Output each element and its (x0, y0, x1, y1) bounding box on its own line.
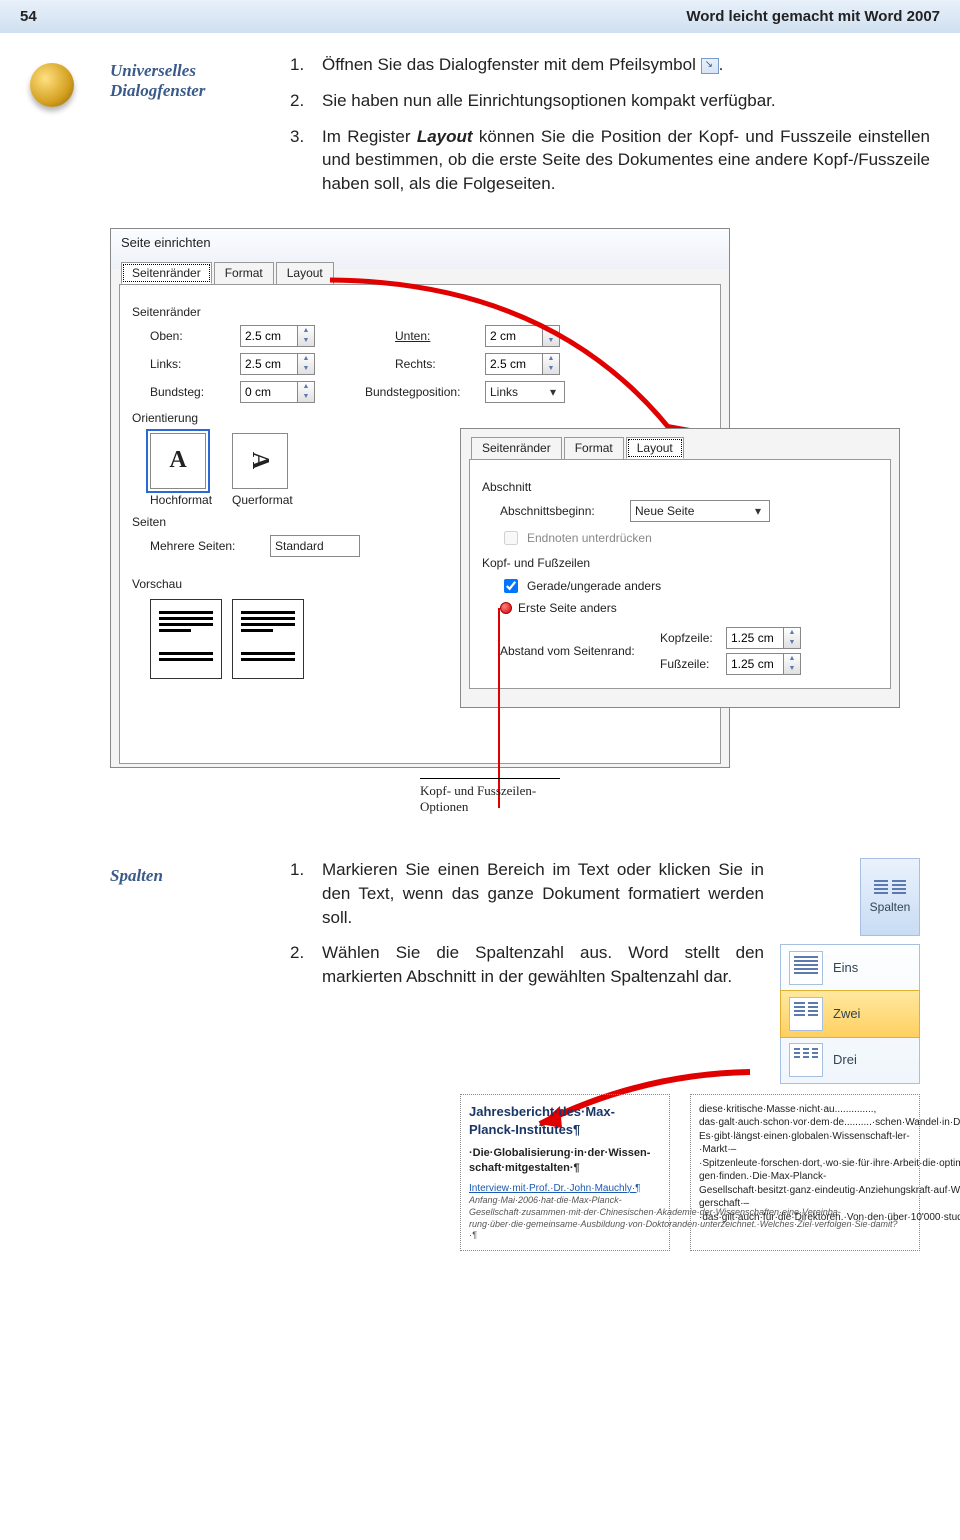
tab-layout[interactable]: Layout (276, 262, 334, 284)
tab-margins[interactable]: Seitenränder (121, 262, 212, 284)
section-start-combo[interactable]: Neue Seite▾ (630, 500, 770, 522)
preview-page-1 (150, 599, 222, 679)
dialog-launcher-icon (701, 58, 719, 74)
step-2: Sie haben nun alle Einrichtungsoptionen … (322, 89, 776, 113)
section1-title: Universelles Dialogfenster (110, 53, 270, 208)
tab-format[interactable]: Format (214, 262, 274, 284)
columns-option-one[interactable]: Eins (781, 945, 919, 991)
step-3: Im Register Layout können Sie die Positi… (322, 125, 930, 196)
spalten-step-2: Wählen Sie die Spaltenzahl aus. Word ste… (322, 941, 764, 989)
columns-ribbon-button[interactable]: Spalten (860, 858, 920, 936)
dialog-screenshot: Seite einrichten Seitenränder Format Lay… (110, 228, 930, 828)
preview-page-2 (232, 599, 304, 679)
spalten-step-1: Markieren Sie einen Bereich im Text oder… (322, 858, 764, 929)
columns-option-two[interactable]: Zwei (780, 990, 920, 1038)
orient-landscape[interactable]: AQuerformat (232, 433, 293, 507)
gutter-spinner[interactable]: ▲▼ (240, 381, 315, 403)
caption-hf-options: Kopf- und Fusszeilen- Optionen (420, 778, 560, 815)
tab-format-2[interactable]: Format (564, 437, 624, 459)
margin-right-spinner[interactable]: ▲▼ (485, 353, 560, 375)
page-setup-layout-dialog: Seitenränder Format Layout Abschnitt Abs… (460, 428, 900, 708)
page-number: 54 (20, 8, 37, 25)
lightbulb-icon (30, 63, 74, 107)
running-head: Word leicht gemacht mit Word 2007 (686, 8, 940, 25)
columns-dropdown-menu: Eins Zwei Drei (780, 944, 920, 1084)
margin-top-spinner[interactable]: ▲▼ (240, 325, 315, 347)
odd-even-checkbox[interactable] (504, 579, 518, 593)
pin-icon (500, 602, 512, 614)
orient-portrait[interactable]: AHochformat (150, 433, 212, 507)
two-column-text-example: Jahresbericht·des·Max-Planck-Institutes¶… (290, 1094, 920, 1251)
header-dist-spinner[interactable]: ▲▼ (726, 627, 801, 649)
step-1: Öffnen Sie das Dialogfenster mit dem Pfe… (322, 53, 723, 77)
footer-dist-spinner[interactable]: ▲▼ (726, 653, 801, 675)
margin-left-spinner[interactable]: ▲▼ (240, 353, 315, 375)
margin-bottom-spinner[interactable]: ▲▼ (485, 325, 560, 347)
endnotes-checkbox (504, 531, 518, 545)
gutter-pos-combo[interactable]: Links▾ (485, 381, 565, 403)
multipage-combo[interactable]: Standard (270, 535, 360, 557)
section2-title: Spalten (110, 858, 270, 1251)
columns-option-three[interactable]: Drei (781, 1037, 919, 1083)
tab-layout-2[interactable]: Layout (626, 437, 684, 459)
tab-margins-2[interactable]: Seitenränder (471, 437, 562, 459)
